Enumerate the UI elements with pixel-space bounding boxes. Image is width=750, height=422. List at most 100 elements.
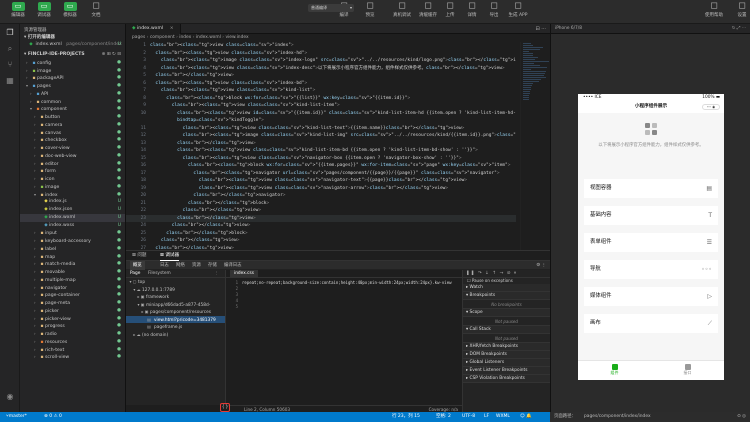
folder-item[interactable]: › ▪image ● [20, 67, 125, 75]
extensions-icon[interactable]: ▦ [5, 76, 15, 86]
folder-item[interactable]: › ▪input ● [20, 229, 125, 237]
code-area[interactable]: 1 class="br"><class="tg">view class=class… [126, 42, 516, 250]
folder-item[interactable]: › ▪match-media ● [20, 260, 125, 268]
folder-item[interactable]: › ▪label ● [20, 245, 125, 253]
source-tree-item[interactable]: ▾ ☁127.0.0.1:7789 [126, 286, 225, 294]
folder-item[interactable]: › ▪config ● [20, 59, 125, 67]
component-category-item[interactable]: 基础内容 T [584, 206, 718, 225]
indent-status[interactable]: 空格: 2 [436, 412, 451, 422]
search-icon[interactable]: ⌕ [5, 44, 15, 54]
notification-icon[interactable]: ☺ 🔔 [520, 412, 532, 422]
eol-status[interactable]: LF [484, 412, 489, 422]
component-category-item[interactable]: 视图容器 ▤ [584, 179, 718, 198]
debug-section-header[interactable]: ▾ Scope [463, 309, 550, 317]
project-header[interactable]: ▾ FINCLIP-IDE-PROJECTS ⊕ ⊞ ↻ ⊟ [20, 51, 125, 59]
folder-item[interactable]: › ▪common ● [20, 98, 125, 106]
source-tree-item[interactable]: ▾ ▢top [126, 278, 225, 286]
simulator-status-icons[interactable]: ⊙ ◎ [737, 412, 746, 422]
folder-item[interactable]: › ▪rich-text ● [20, 346, 125, 354]
source-tree-item[interactable]: ▸ ▣framework [126, 293, 225, 301]
code-button[interactable]: ▭ 编辑器 [4, 2, 32, 22]
page-tab[interactable]: Page [130, 270, 140, 278]
folder-item[interactable]: › ▪form ● [20, 167, 125, 175]
source-tree-item[interactable]: ▸ ☁(no domain) [126, 331, 225, 339]
settings-button[interactable]: ◻ 设置 [728, 2, 750, 22]
source-tree-item[interactable]: ▾ ▣miniapp/d66dad5-a877-458d- [126, 301, 225, 309]
folder-item[interactable]: ▾ ▪pages ● [20, 82, 125, 90]
minimap[interactable] [520, 42, 550, 250]
branch-indicator[interactable]: ⑂ master* [6, 412, 27, 422]
devtools-tab[interactable]: 网络 [176, 261, 185, 270]
account-icon[interactable]: ◉ [5, 392, 15, 402]
debug-controls[interactable]: ❚❚ ↷ ↓ ↑ → ⊘ ⏸ [463, 270, 550, 278]
split-editor-icon[interactable]: ⊟ ··· [535, 24, 546, 34]
folder-item[interactable]: › ▪icon ● [20, 175, 125, 183]
real-debug-button[interactable]: ◻ 真机调试 [388, 2, 416, 22]
cursor-position-status[interactable]: 行 23，列 15 [392, 412, 420, 422]
folder-item[interactable]: › ▪keyboard-accessory ● [20, 237, 125, 245]
editor-tab-active[interactable]: ◆ index.wxml × [126, 24, 181, 34]
file-item[interactable]: ◆index.js U [20, 198, 125, 206]
help-button[interactable]: ◻ 使用帮助 [700, 2, 728, 22]
devtools-tab[interactable]: 存储 [208, 261, 217, 270]
folder-item[interactable]: › ▪scroll-view ● [20, 353, 125, 361]
encoding-status[interactable]: UTF-8 [462, 412, 475, 422]
source-tree-item[interactable]: ▤ view.html?pricode=3481379 [126, 315, 225, 323]
folder-item[interactable]: › ▪page-meta ● [20, 299, 125, 307]
simulator-actions-icon[interactable]: ↻ ⤢ ⋯ [732, 24, 746, 34]
folder-item[interactable]: › ▪multiple-map ● [20, 276, 125, 284]
folder-item[interactable]: ▾ ▪index ● [20, 191, 125, 199]
folder-item[interactable]: › ▪movable ● [20, 268, 125, 276]
explorer-icon[interactable]: ❐ [5, 28, 15, 38]
devtools-tab[interactable]: 日志 [160, 261, 169, 270]
breadcrumb-item[interactable]: pages [132, 35, 145, 40]
file-item[interactable]: ◆index.json U [20, 206, 125, 214]
source-file-tab[interactable]: index.css [226, 270, 462, 278]
folder-item[interactable]: › ▪API ● [20, 90, 125, 98]
source-tree-item[interactable]: ▸ ▣pages/component/resources [126, 308, 225, 316]
breadcrumb-item[interactable]: component [150, 35, 175, 40]
document-button[interactable]: ◻ 文档 [82, 2, 110, 22]
simulator-button[interactable]: ▭ 模拟器 [56, 2, 84, 22]
debug-section-header[interactable]: ▸ Global Listeners [463, 359, 550, 367]
folder-item[interactable]: › ▪packageAPI ● [20, 74, 125, 82]
folder-item[interactable]: › ▪picker ● [20, 307, 125, 315]
close-icon[interactable]: × [170, 26, 174, 31]
component-category-item[interactable]: 媒体组件 ▷ [584, 287, 718, 306]
problems-tab[interactable]: ⊠ 问题 [132, 251, 147, 261]
folder-item[interactable]: › ▪radio ● [20, 330, 125, 338]
filesystem-tab[interactable]: Filesystem [148, 270, 171, 278]
explorer-actions-icon[interactable]: ⊕ ⊞ ↻ ⊟ [102, 52, 121, 57]
capsule-menu[interactable]: ··· ◉ [702, 104, 720, 110]
device-select[interactable]: iPhone 6/7/8 [555, 26, 582, 31]
devtools-tab[interactable]: 概览 [130, 261, 145, 270]
folder-item[interactable]: › ▪doc-web-view ● [20, 152, 125, 160]
source-tree-item[interactable]: ▤ pageframe.js [126, 323, 225, 331]
folder-item[interactable]: ▾ ▪component ● [20, 105, 125, 113]
file-item[interactable]: ◆index.wxss U [20, 222, 125, 230]
more-icon[interactable]: ⋮ [214, 270, 218, 278]
debug-section-header[interactable]: ▾ Call Stack [463, 326, 550, 334]
tab-api[interactable]: 接口 [651, 364, 724, 376]
devtools-tab[interactable]: 编译日志 [224, 261, 242, 270]
folder-item[interactable]: › ▪camera ● [20, 121, 125, 129]
folder-item[interactable]: › ▪checkbox ● [20, 136, 125, 144]
devtools-tab[interactable]: 资源 [192, 261, 201, 270]
preview-button[interactable]: ◻ 预览 [356, 2, 384, 22]
breadcrumb-item[interactable]: index [179, 35, 191, 40]
debug-section-header[interactable]: ▸ Event Listener Breakpoints [463, 367, 550, 375]
language-status[interactable]: WXML [496, 412, 510, 422]
debug-button[interactable]: ▭ 调试器 [30, 2, 58, 22]
debugger-tab[interactable]: ⊠ 调试器 [160, 251, 180, 261]
compile-mode-select[interactable]: 普通编译 ▾ [308, 4, 354, 12]
folder-item[interactable]: › ▪map ● [20, 253, 125, 261]
devtools-more-icon[interactable]: ⚙ ⋮ [536, 261, 546, 270]
folder-item[interactable]: › ▪page-container ● [20, 291, 125, 299]
source-control-icon[interactable]: ⑂ [5, 60, 15, 70]
folder-item[interactable]: › ▪button ● [20, 113, 125, 121]
file-item[interactable]: ◆index.wxml U [20, 213, 125, 222]
debug-section-header[interactable]: ▾ Breakpoints [463, 292, 550, 300]
open-editor-item[interactable]: ◆ index.wxml pages/component/index U [20, 41, 125, 49]
folder-item[interactable]: › ▪progress ● [20, 322, 125, 330]
component-category-item[interactable]: 导航 ◦◦◦ [584, 260, 718, 279]
